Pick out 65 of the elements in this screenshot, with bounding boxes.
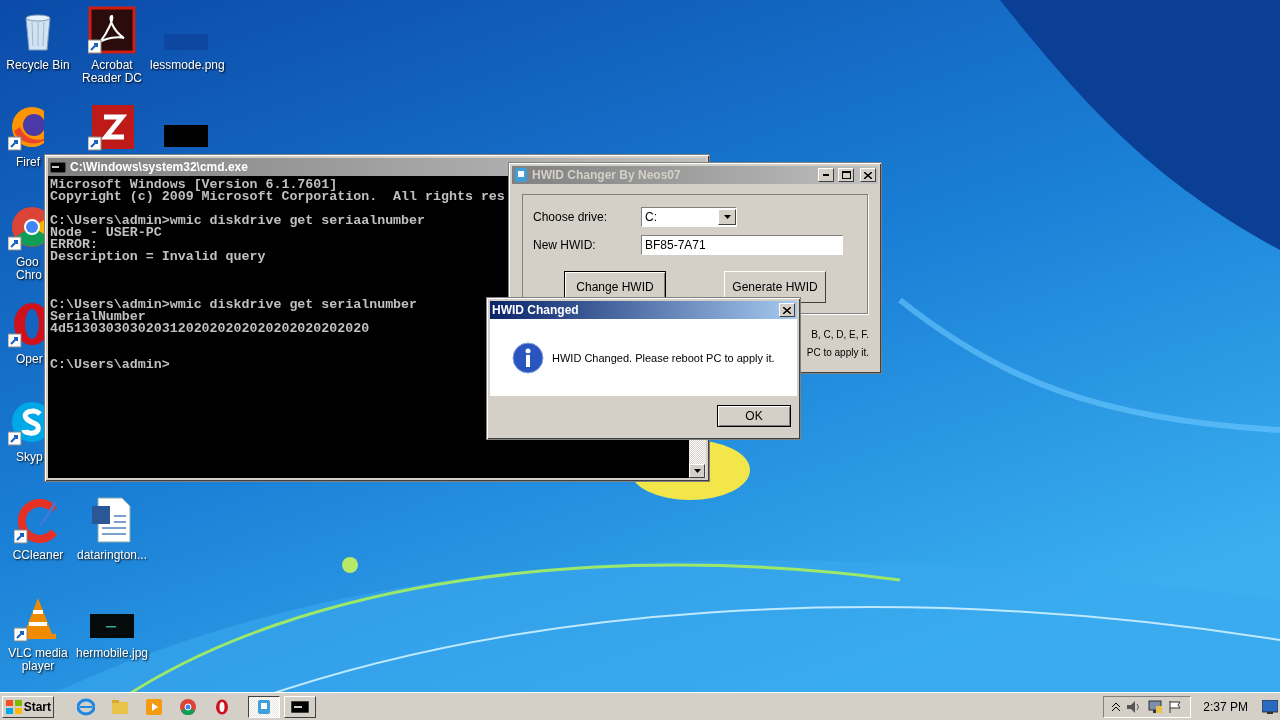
zigzag-app-icon[interactable] — [88, 103, 136, 151]
folder-icon — [111, 698, 129, 715]
window-title: C:\Windows\system32\cmd.exe — [70, 160, 249, 174]
minimize-icon — [823, 174, 829, 176]
caret-icon — [723, 215, 731, 219]
app-window-icon — [514, 167, 528, 183]
chevron-up-icon — [1112, 702, 1121, 711]
icon-label: Recycle Bin — [6, 59, 70, 72]
console-line: ERROR: — [50, 239, 98, 251]
dialog-title: HWID Changed — [492, 303, 580, 317]
icon-label: lessmode.png — [150, 59, 222, 72]
icon-label: VLC media player — [7, 647, 69, 673]
icon-label: CCleaner — [12, 549, 64, 562]
flag-icon — [1168, 699, 1183, 714]
icon-label: Oper — [16, 353, 43, 366]
terminal-icon — [50, 161, 66, 173]
console-line: C:\Users\admin>wmic diskdrive get serialnumber — [50, 299, 418, 311]
scroll-down-button[interactable] — [689, 464, 705, 478]
taskbar-button[interactable] — [248, 695, 280, 718]
console-line: C:\Users\admin> — [50, 359, 170, 371]
dropdown-button[interactable] — [718, 209, 736, 225]
window-title: HWID Changer By Neos07 — [532, 168, 682, 182]
browser-icon — [77, 697, 95, 716]
minimize-button[interactable] — [818, 168, 834, 182]
terminal-icon — [291, 700, 309, 713]
maximize-button[interactable] — [838, 168, 854, 182]
quick-launch-button[interactable] — [178, 696, 198, 717]
pdf-app-icon[interactable] — [88, 6, 136, 54]
ok-button[interactable]: OK — [717, 405, 791, 427]
close-button[interactable] — [860, 168, 876, 182]
close-button[interactable] — [779, 303, 795, 317]
show-desktop-icon[interactable] — [1262, 699, 1278, 714]
close-icon — [864, 171, 872, 179]
console-line: 4d51303030302031202020202020202020202020 — [50, 323, 370, 335]
console-line: SerialNumber — [50, 311, 146, 323]
caret-down-icon — [693, 469, 701, 473]
maximize-icon — [841, 171, 851, 179]
start-button[interactable]: Start — [2, 695, 54, 718]
close-icon — [783, 306, 791, 314]
clock: 2:37 PM — [1203, 699, 1248, 714]
media-player-icon — [146, 698, 162, 715]
icon-label: Skyp — [16, 451, 43, 464]
info-icon — [512, 341, 544, 374]
note-text: B, C, D, E, F. — [811, 328, 869, 342]
icon-label: hermobile.jpg — [76, 647, 148, 660]
app-window-icon — [257, 698, 271, 715]
icon-label: Goo Chro — [16, 256, 42, 282]
icon-label: datarington... — [76, 549, 148, 562]
field-label: Choose drive: — [533, 210, 609, 224]
console-line: Node - USER-PC — [50, 227, 162, 239]
field-label: New HWID: — [533, 238, 597, 252]
console-line: Copyright (c) 2009 Microsoft Corporation. All rights res — [50, 191, 505, 203]
dialog-message: HWID Changed. Please reboot PC to apply it. — [552, 351, 775, 364]
console-line: Description = Invalid query — [50, 251, 266, 263]
console-line: Microsoft Windows [Version 6.1.7601] — [50, 179, 338, 191]
note-text: PC to apply it. — [806, 346, 869, 360]
four-squares-logo — [5, 698, 22, 715]
ring-icon — [215, 698, 229, 715]
browser-icon — [180, 698, 196, 715]
drive-dropdown[interactable]: C: — [641, 207, 737, 227]
input-field[interactable]: BF85-7A71 — [641, 235, 843, 255]
icon-label: Firef — [16, 156, 40, 169]
network-icon — [1148, 699, 1163, 714]
icon-label: Acrobat Reader DC — [81, 59, 143, 85]
console-line: C:\Users\admin>wmic diskdrive get seriaalnumber — [50, 215, 426, 227]
